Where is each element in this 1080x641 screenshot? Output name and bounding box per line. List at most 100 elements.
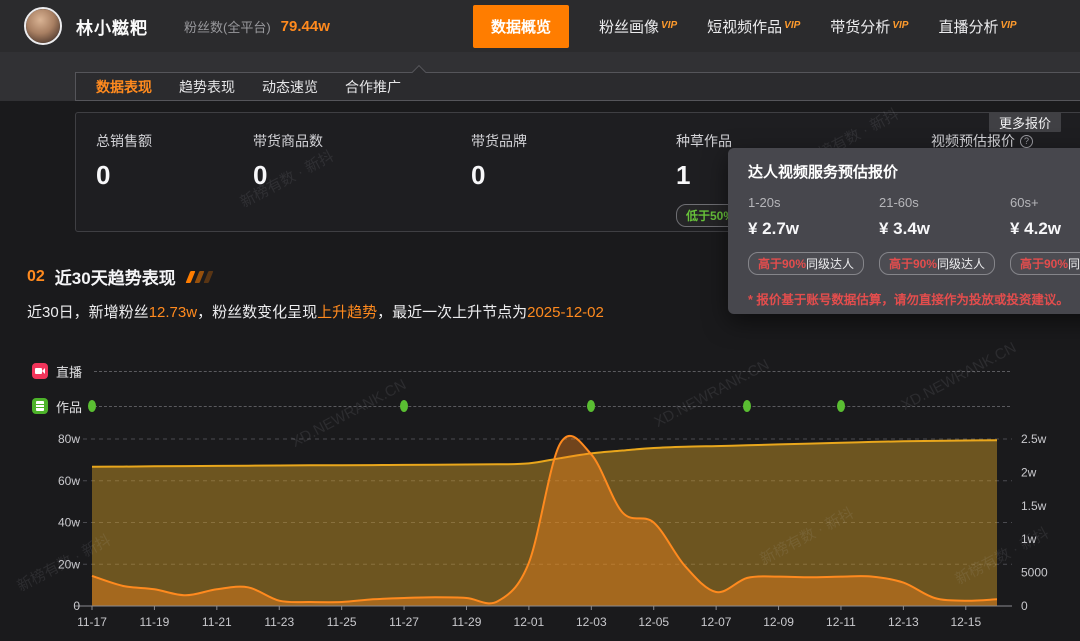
vip-badge: VIP: [784, 20, 800, 31]
works-event-dot: [743, 400, 751, 412]
summary-text: 近30日，新增粉丝: [27, 304, 149, 321]
svg-text:11-29: 11-29: [452, 615, 482, 629]
subtab-bar: 数据表现 趋势表现 动态速览 合作推广: [75, 72, 1080, 101]
price-value: ¥ 3.4w: [879, 219, 1010, 239]
svg-text:0: 0: [73, 599, 80, 613]
vip-badge: VIP: [661, 20, 677, 31]
tab-label: 直播分析: [938, 19, 998, 36]
rank-badge-text: 同级达人: [1068, 255, 1080, 272]
subtab-strip: 数据表现 趋势表现 动态速览 合作推广: [0, 52, 1080, 101]
svg-text:11-23: 11-23: [264, 615, 294, 629]
svg-text:11-17: 11-17: [77, 615, 107, 629]
svg-text:5000: 5000: [1021, 566, 1048, 580]
tooltip-title: 达人视频服务预估报价: [748, 161, 898, 182]
svg-text:2w: 2w: [1021, 465, 1037, 479]
svg-text:80w: 80w: [58, 432, 80, 446]
vip-badge: VIP: [1000, 20, 1016, 31]
works-event-dot: [400, 400, 408, 412]
rank-badge: 高于90%同级达人: [748, 252, 864, 275]
tab-fans-portrait[interactable]: 粉丝画像VIP: [599, 16, 677, 37]
svg-text:60w: 60w: [58, 474, 80, 488]
subtab-data-performance[interactable]: 数据表现: [96, 77, 152, 97]
subtab-cooperation-promo[interactable]: 合作推广: [345, 77, 401, 97]
tab-label: 数据概览: [491, 19, 551, 36]
svg-text:20w: 20w: [58, 557, 80, 571]
stat-value: 0: [471, 160, 527, 191]
stat-product-count: 带货商品数 0: [253, 131, 323, 191]
stat-brand-count: 带货品牌 0: [471, 131, 527, 191]
section-title: 近30天趋势表现: [55, 264, 176, 289]
works-event-dots: [0, 400, 1080, 412]
svg-text:12-13: 12-13: [888, 615, 919, 629]
tooltip-columns: 1-20s ¥ 2.7w 高于90%同级达人 21-60s ¥ 3.4w 高于9…: [748, 195, 1080, 275]
tab-label: 带货分析: [830, 19, 890, 36]
trend-chart: 直播 作品 020w40w60w80w050001w1.5w2w2.5w11-1…: [0, 355, 1080, 641]
main-nav: 数据概览 粉丝画像VIP 短视频作品VIP 带货分析VIP 直播分析VIP: [473, 0, 1017, 52]
svg-text:12-07: 12-07: [701, 615, 732, 629]
svg-text:11-19: 11-19: [140, 615, 170, 629]
duration-label: 1-20s: [748, 195, 879, 210]
svg-text:11-21: 11-21: [202, 615, 232, 629]
subtab-dynamic-overview[interactable]: 动态速览: [262, 77, 318, 97]
trend-summary: 近30日，新增粉丝12.73w，粉丝数变化呈现上升趋势，最近一次上升节点为202…: [27, 301, 604, 322]
tab-short-video-works[interactable]: 短视频作品VIP: [707, 16, 800, 37]
svg-text:2.5w: 2.5w: [1021, 432, 1047, 446]
summary-text: ，粉丝数变化呈现: [197, 304, 317, 321]
stat-label: 总销售额: [96, 131, 152, 151]
avatar[interactable]: [24, 7, 62, 45]
price-column-21-60s: 21-60s ¥ 3.4w 高于90%同级达人: [879, 195, 1010, 275]
section-header: 02 近30天趋势表现: [27, 264, 211, 289]
rank-badge-percent: 高于90%: [1020, 255, 1068, 272]
tab-data-overview[interactable]: 数据概览: [473, 5, 569, 48]
duration-label: 21-60s: [879, 195, 1010, 210]
fans-count-label: 粉丝数(全平台): [184, 17, 271, 36]
rank-badge-percent: 高于90%: [889, 255, 937, 272]
works-event-dot: [88, 400, 96, 412]
stat-value: 0: [253, 160, 323, 191]
works-event-dot: [587, 400, 595, 412]
rank-badge: 高于90%同级达人: [1010, 252, 1080, 275]
rank-badge-text: 同级达人: [806, 255, 854, 272]
svg-text:1w: 1w: [1021, 532, 1037, 546]
topbar: 林小糍粑 粉丝数(全平台) 79.44w 数据概览 粉丝画像VIP 短视频作品V…: [0, 0, 1080, 52]
price-value: ¥ 4.2w: [1010, 219, 1080, 239]
tooltip-disclaimer: * 报价基于账号数据估算，请勿直接作为投放或投资建议。: [748, 289, 1069, 308]
works-event-dot: [837, 400, 845, 412]
stat-label: 带货商品数: [253, 131, 323, 151]
tab-live-analysis[interactable]: 直播分析VIP: [938, 16, 1016, 37]
tab-label: 短视频作品: [707, 19, 782, 36]
tab-label: 粉丝画像: [599, 19, 659, 36]
new-fans-value: 12.73w: [149, 304, 197, 321]
duration-label: 60s+: [1010, 195, 1080, 210]
subtab-trend-performance[interactable]: 趋势表现: [179, 77, 235, 97]
panel-caret-icon: [412, 65, 426, 79]
rise-date: 2025-12-02: [527, 304, 604, 321]
svg-text:12-11: 12-11: [826, 615, 856, 629]
fans-trend-plot[interactable]: 020w40w60w80w050001w1.5w2w2.5w11-1711-19…: [0, 420, 1080, 641]
decor-slash-icon: [194, 271, 204, 283]
more-quotes-button[interactable]: 更多报价: [989, 112, 1061, 132]
legend-live[interactable]: 直播: [32, 363, 1010, 379]
decor-slash-icon: [185, 271, 195, 283]
vip-badge: VIP: [892, 20, 908, 31]
live-event-track: [94, 371, 1010, 372]
account-name: 林小糍粑: [76, 14, 148, 39]
stat-label: 带货品牌: [471, 131, 527, 151]
svg-text:12-03: 12-03: [576, 615, 607, 629]
avatar-image: [26, 9, 60, 43]
svg-text:12-01: 12-01: [514, 615, 545, 629]
rank-badge-text: 同级达人: [937, 255, 985, 272]
fans-count-value: 79.44w: [281, 18, 330, 35]
section-number: 02: [27, 268, 45, 286]
help-icon[interactable]: ?: [1020, 135, 1033, 148]
trend-direction: 上升趋势: [317, 304, 377, 321]
price-column-60s-plus: 60s+ ¥ 4.2w 高于90%同级达人: [1010, 195, 1080, 275]
tab-ecommerce-analysis[interactable]: 带货分析VIP: [830, 16, 908, 37]
svg-text:12-15: 12-15: [950, 615, 981, 629]
price-value: ¥ 2.7w: [748, 219, 879, 239]
rank-badge: 高于90%同级达人: [879, 252, 995, 275]
price-column-1-20s: 1-20s ¥ 2.7w 高于90%同级达人: [748, 195, 879, 275]
svg-text:12-09: 12-09: [763, 615, 794, 629]
svg-text:1.5w: 1.5w: [1021, 499, 1047, 513]
summary-text: ，最近一次上升节点为: [377, 304, 527, 321]
